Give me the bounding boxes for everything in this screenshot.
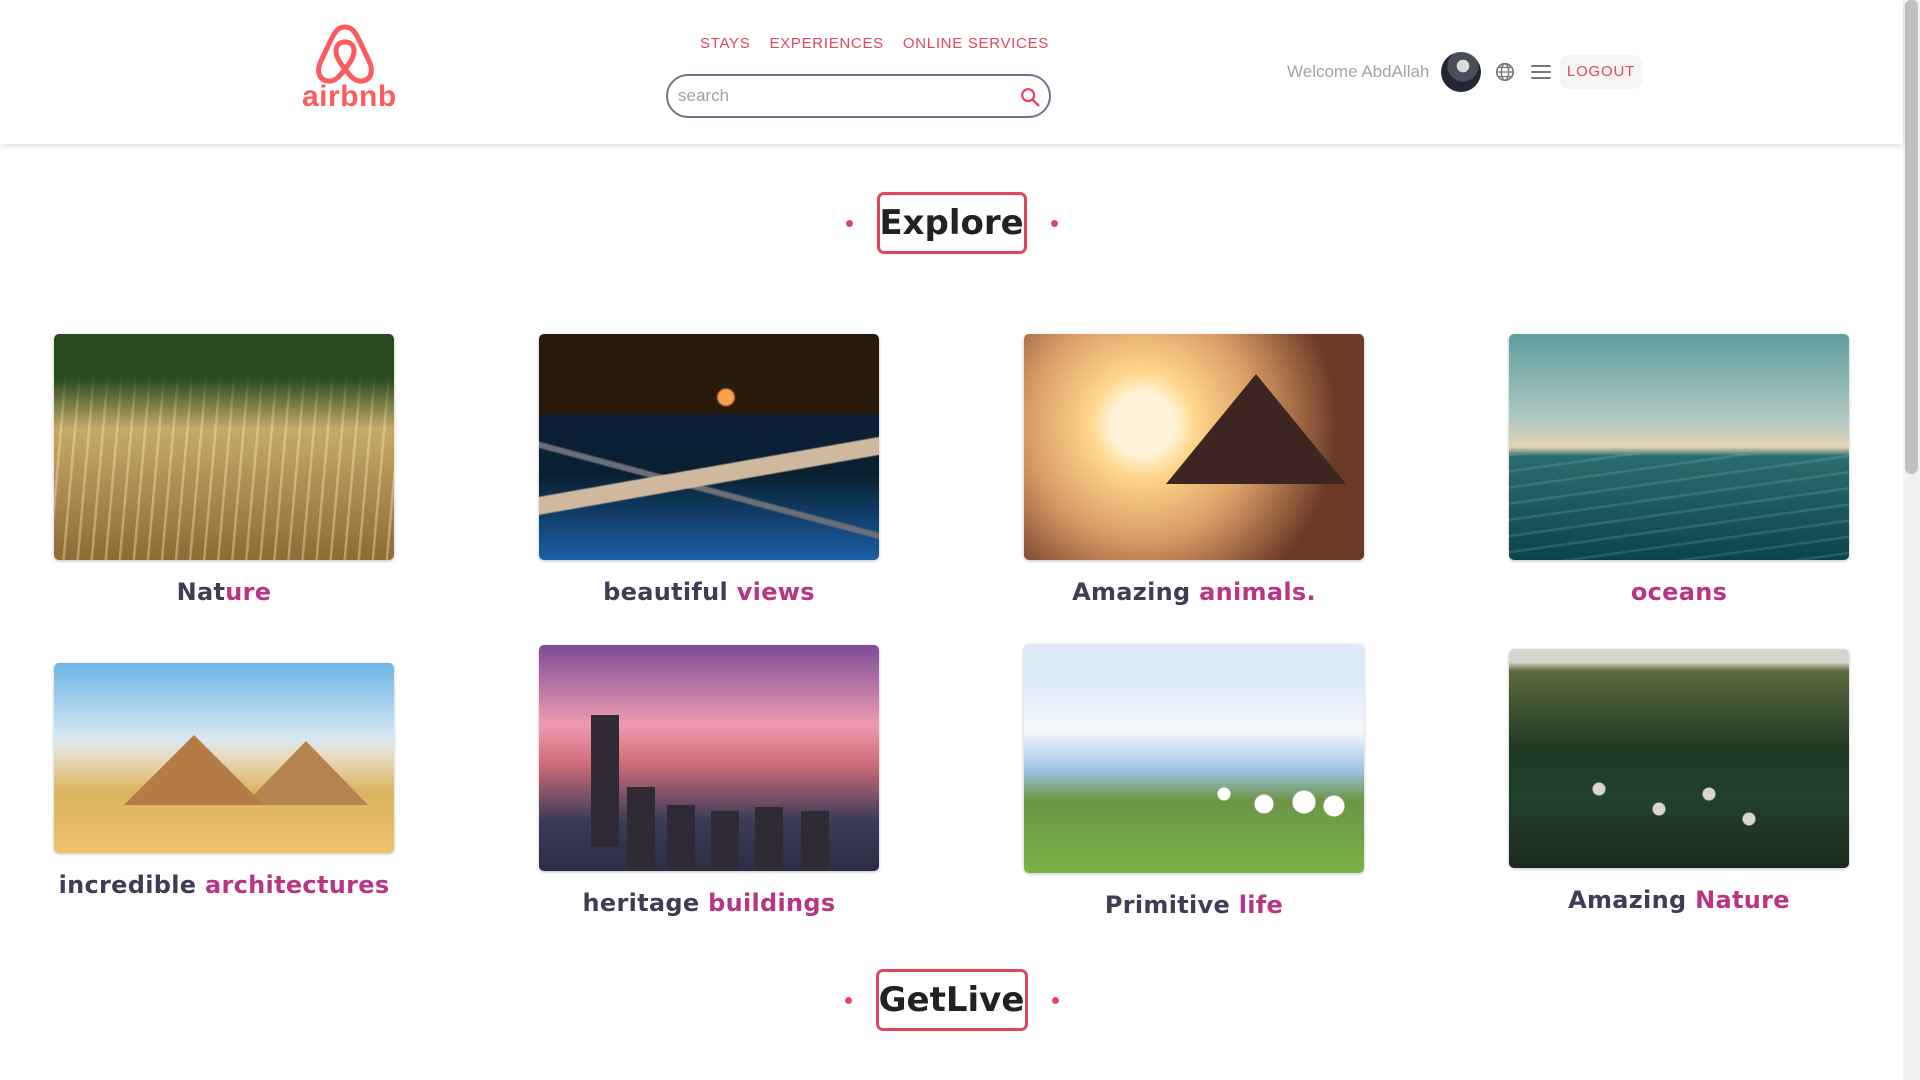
explore-card[interactable]: Primitive life <box>1024 644 1364 919</box>
nav-online-services[interactable]: ONLINE SERVICES <box>903 35 1049 53</box>
card-image[interactable] <box>54 663 394 853</box>
explore-card[interactable]: Amazing animals. <box>1024 334 1364 606</box>
card-image[interactable] <box>1024 334 1364 560</box>
title-dot-right <box>1051 996 1059 1004</box>
logo-text: airbnb <box>302 80 397 113</box>
section-title-getlive: GetLive <box>0 968 1903 1032</box>
card-caption: heritage buildings <box>582 889 836 917</box>
globe-icon[interactable] <box>1494 61 1516 83</box>
user-avatar[interactable] <box>1441 52 1481 92</box>
card-caption: incredible architectures <box>58 871 390 899</box>
site-header: airbnb STAYS EXPERIENCES ONLINE SERVICES… <box>0 0 1903 144</box>
page: airbnb STAYS EXPERIENCES ONLINE SERVICES… <box>0 0 1920 1080</box>
explore-card[interactable]: heritage buildings <box>539 645 879 917</box>
vertical-scrollbar[interactable] <box>1903 0 1920 1080</box>
card-image[interactable] <box>1509 334 1849 560</box>
search-icon[interactable] <box>1019 86 1041 108</box>
card-caption: Amazing Nature <box>1568 886 1790 914</box>
explore-card[interactable]: incredible architectures <box>54 663 394 899</box>
explore-card[interactable]: oceans <box>1509 334 1849 606</box>
section-title: Explore <box>876 192 1027 254</box>
card-image[interactable] <box>539 645 879 871</box>
explore-card[interactable]: Amazing Nature <box>1509 649 1849 914</box>
explore-card[interactable]: beautiful views <box>539 334 879 606</box>
card-image[interactable] <box>1509 649 1849 868</box>
welcome-text: Welcome AbdAllah <box>1287 62 1430 81</box>
logout-button[interactable]: LOGOUT <box>1560 55 1642 89</box>
card-image[interactable] <box>1024 644 1364 873</box>
card-caption: Nature <box>176 578 272 606</box>
nav-stays[interactable]: STAYS <box>700 35 750 53</box>
search-bar[interactable] <box>666 74 1051 118</box>
airbnb-logo-icon <box>316 24 374 84</box>
nav-experiences[interactable]: EXPERIENCES <box>769 35 883 53</box>
title-dot-left <box>845 219 853 227</box>
title-dot-left <box>844 996 852 1004</box>
explore-card[interactable]: Nature <box>54 334 394 606</box>
search-input[interactable] <box>678 86 1008 106</box>
section-title: GetLive <box>875 969 1028 1031</box>
hamburger-menu-icon[interactable] <box>1531 63 1551 81</box>
card-caption: Primitive life <box>1104 891 1284 919</box>
section-title-explore: Explore <box>0 191 1903 255</box>
card-caption: oceans <box>1630 578 1728 606</box>
card-caption: Amazing animals. <box>1072 578 1316 606</box>
card-image[interactable] <box>54 334 394 560</box>
scrollbar-thumb[interactable] <box>1905 0 1918 474</box>
top-nav: STAYS EXPERIENCES ONLINE SERVICES <box>700 35 1049 53</box>
card-image[interactable] <box>539 334 879 560</box>
airbnb-logo[interactable]: airbnb <box>302 22 397 120</box>
card-caption: beautiful views <box>603 578 815 606</box>
title-dot-right <box>1050 219 1058 227</box>
